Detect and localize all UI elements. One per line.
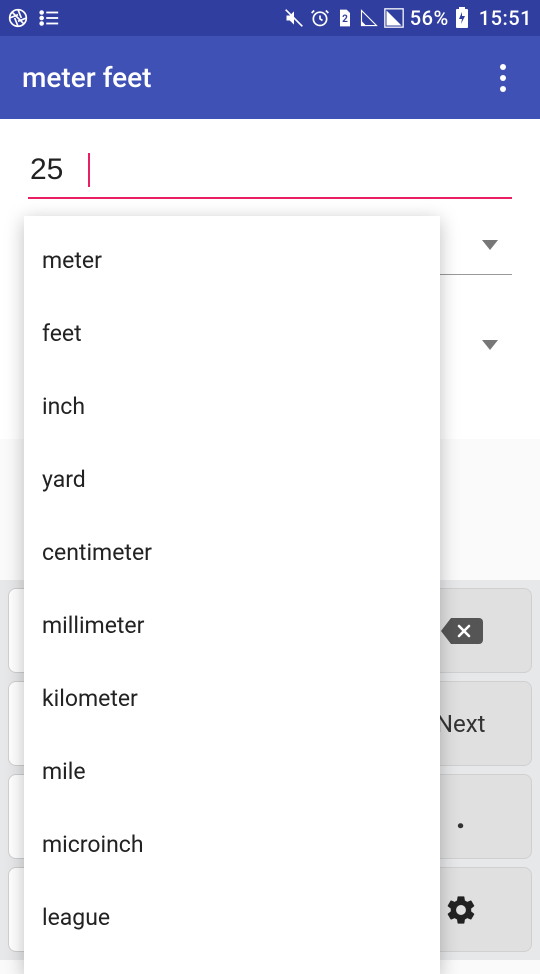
signal-full-icon xyxy=(384,8,404,28)
dropdown-option[interactable]: inch xyxy=(24,370,440,443)
status-left xyxy=(8,7,60,29)
clock-time: 15:51 xyxy=(479,6,532,30)
chevron-down-icon xyxy=(482,240,498,250)
value-input[interactable] xyxy=(28,143,512,199)
status-bar: 2 56% 15:51 xyxy=(0,0,540,36)
overflow-menu-button[interactable] xyxy=(488,64,518,92)
backspace-icon xyxy=(439,616,483,646)
list-icon xyxy=(38,7,60,29)
mute-icon xyxy=(284,8,304,28)
status-right: 2 56% 15:51 xyxy=(284,6,532,30)
dropdown-option[interactable]: millimeter xyxy=(24,589,440,662)
alarm-icon xyxy=(310,8,330,28)
aperture-icon xyxy=(8,8,28,28)
text-caret xyxy=(88,153,90,187)
dropdown-option[interactable]: league xyxy=(24,881,440,954)
signal-weak-icon xyxy=(360,9,378,27)
dropdown-option[interactable]: centimeter xyxy=(24,516,440,589)
dropdown-option[interactable]: mile xyxy=(24,735,440,808)
dropdown-option[interactable]: microinch xyxy=(24,808,440,881)
svg-text:2: 2 xyxy=(342,14,348,25)
chevron-down-icon xyxy=(482,340,498,350)
sim-icon: 2 xyxy=(336,8,354,28)
unit-dropdown: meter feet inch yard centimeter millimet… xyxy=(24,216,440,974)
gear-icon xyxy=(444,893,478,927)
battery-charging-icon xyxy=(455,7,469,29)
dropdown-option[interactable]: feet xyxy=(24,297,440,370)
app-bar: meter feet xyxy=(0,36,540,119)
dropdown-option[interactable]: kilometer xyxy=(24,662,440,735)
appbar-title: meter feet xyxy=(22,61,151,94)
battery-percent: 56% xyxy=(410,6,449,30)
input-wrapper xyxy=(28,143,512,199)
dropdown-option[interactable]: yard xyxy=(24,443,440,516)
dropdown-option[interactable]: meter xyxy=(24,224,440,297)
